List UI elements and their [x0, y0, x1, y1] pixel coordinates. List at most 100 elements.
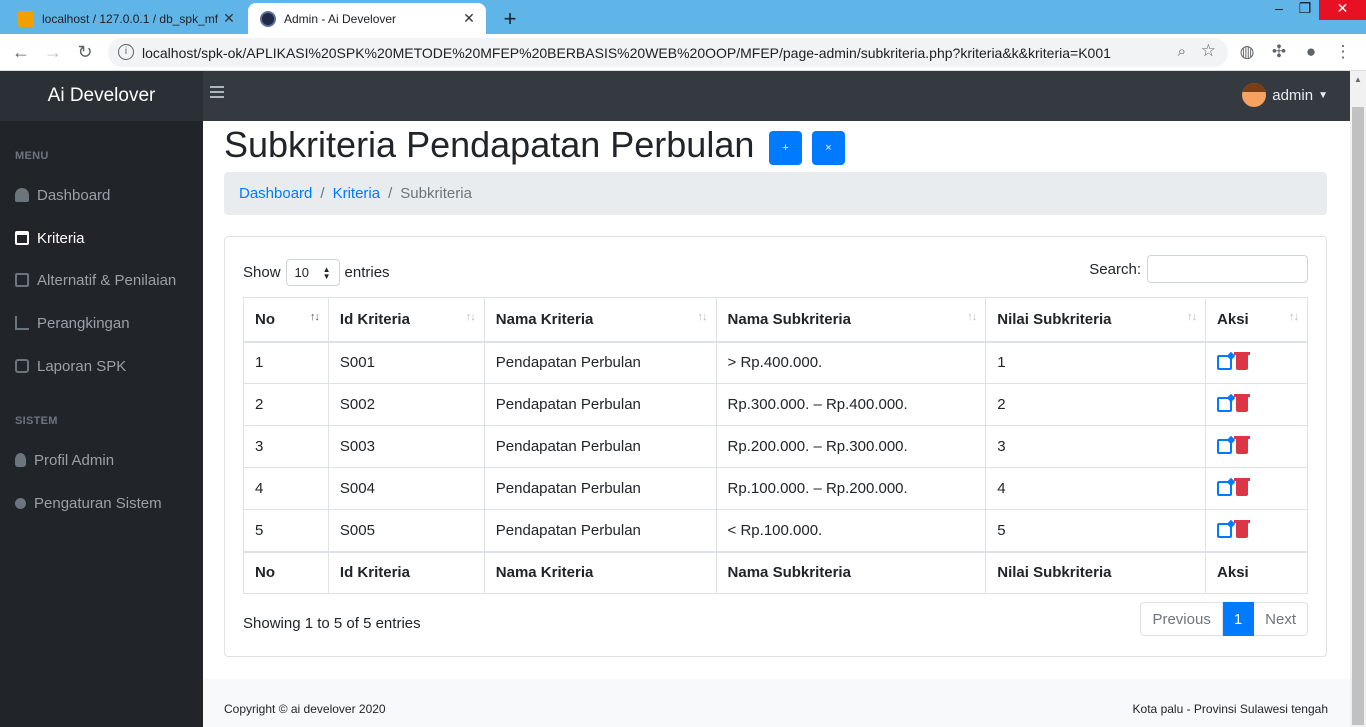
back-button[interactable]: ← [10, 41, 32, 63]
column-header-id-kriteria[interactable]: Id Kriteria ↑↓ [327, 297, 485, 343]
page-length-value: 10 [294, 265, 309, 280]
extensions-icon[interactable]: ✣ [1268, 41, 1290, 63]
page-footer: Copyright © ai develover 2020 Kota palu … [203, 679, 1350, 727]
table-footer-row: No Id Kriteria Nama Kriteria Nama Subkri… [243, 550, 1308, 594]
main-content: Subkriteria Pendapatan Perbulan + × Dash… [203, 121, 1350, 679]
sort-icon: ↑↓ [1289, 311, 1299, 323]
search-label: Search: [1089, 260, 1141, 278]
table-search: Search: [1089, 255, 1308, 283]
edit-icon[interactable] [1217, 439, 1233, 454]
window-close-button[interactable]: ✕ [1319, 0, 1366, 20]
user-dropdown[interactable]: admin ▼ [1242, 83, 1328, 107]
footer-nama-kriteria: Nama Kriteria [483, 550, 717, 594]
table-icon [15, 273, 29, 287]
breadcrumb-kriteria-link[interactable]: Kriteria [333, 185, 381, 202]
sidebar-item-label: Laporan SPK [37, 357, 127, 375]
close-tab-icon[interactable]: ✕ [218, 10, 240, 27]
search-icon[interactable]: ⌕ [1178, 43, 1186, 60]
cell-no: 4 [243, 467, 329, 510]
header-label: Nama Kriteria [495, 310, 594, 328]
search-input[interactable] [1147, 255, 1308, 283]
user-icon [15, 453, 26, 467]
close-button[interactable]: × [812, 131, 845, 165]
add-subkriteria-button[interactable]: + [769, 131, 802, 165]
page-1-button[interactable]: 1 [1222, 602, 1255, 636]
site-info-icon[interactable]: i [118, 44, 134, 60]
table-row: 2 S002 Pendapatan Perbulan Rp.300.000. –… [243, 383, 1308, 426]
browser-tab-phpmyadmin[interactable]: localhost / 127.0.0.1 / db_spk_mf ✕ [6, 3, 246, 34]
sidebar-item-dashboard[interactable]: Dashboard [15, 183, 200, 207]
sidebar-item-alternatif[interactable]: Alternatif & Penilaian [15, 268, 200, 292]
cell-nilai-subkriteria: 4 [985, 467, 1207, 510]
browser-menu-icon[interactable]: ⋮ [1332, 41, 1354, 63]
cell-nama-kriteria: Pendapatan Perbulan [483, 383, 717, 426]
previous-page-button[interactable]: Previous [1140, 602, 1223, 636]
breadcrumb-dashboard-link[interactable]: Dashboard [239, 185, 312, 202]
sort-icon: ↑↓ [465, 311, 476, 323]
sort-icon: ↑↓ [697, 311, 708, 323]
cell-nama-subkriteria: Rp.300.000. – Rp.400.000. [715, 383, 987, 426]
column-header-aksi[interactable]: Aksi ↑↓ [1205, 297, 1308, 343]
gear-icon [15, 497, 26, 509]
column-header-nilai-subkriteria[interactable]: Nilai Subkriteria ↑↓ [985, 297, 1207, 343]
scrollbar-thumb[interactable] [1352, 107, 1364, 725]
tab-title: Admin - Ai Develover [284, 11, 397, 26]
cell-aksi [1205, 509, 1308, 552]
column-header-no[interactable]: No ↑↓ [243, 297, 329, 343]
trash-icon[interactable] [1234, 478, 1251, 496]
sort-icon: ↑↓ [967, 311, 977, 323]
sidebar-item-label: Profil Admin [34, 451, 115, 469]
sidebar-item-pengaturan[interactable]: Pengaturan Sistem [15, 491, 200, 515]
location-text: Kota palu - Provinsi Sulawesi tengah [1132, 702, 1328, 716]
trash-icon[interactable] [1234, 519, 1251, 538]
sidebar-heading-sistem: SISTEM [15, 415, 58, 427]
brand-logo[interactable]: Ai Develover [0, 71, 203, 121]
sidebar-item-laporan[interactable]: Laporan SPK [15, 354, 200, 378]
page-length-control: Show 10 ▲ ▼ entries [243, 259, 390, 286]
trash-icon[interactable] [1234, 394, 1251, 412]
profile-icon[interactable]: ● [1300, 41, 1322, 63]
header-label: Nama Subkriteria [727, 310, 851, 328]
table-info: Showing 1 to 5 of 5 entries [243, 615, 421, 632]
sidebar-heading-menu: MENU [15, 150, 49, 162]
cell-aksi [1205, 341, 1308, 384]
breadcrumb-separator: / [320, 185, 325, 202]
window-maximize-button[interactable]: ❐ [1294, 0, 1316, 20]
data-table-card: Show 10 ▲ ▼ entries Search: No ↑↓ Id Krite… [224, 236, 1327, 657]
top-navbar: Ai Develover admin ▼ [0, 71, 1350, 121]
pagination: Previous 1 Next [1140, 602, 1308, 636]
edit-icon[interactable] [1217, 481, 1233, 496]
browser-tab-admin[interactable]: Admin - Ai Develover ✕ [248, 3, 486, 34]
sidebar-item-kriteria[interactable]: Kriteria [15, 226, 200, 250]
edit-icon[interactable] [1217, 522, 1233, 538]
sidebar-item-profil-admin[interactable]: Profil Admin [15, 448, 200, 472]
table-row: 3 S003 Pendapatan Perbulan Rp.200.000. –… [243, 425, 1308, 468]
column-header-nama-subkriteria[interactable]: Nama Subkriteria ↑↓ [715, 297, 987, 343]
window-minimize-button[interactable]: – [1268, 0, 1290, 20]
reload-button[interactable]: ↻ [74, 41, 96, 63]
forward-button[interactable]: → [42, 41, 64, 63]
trash-icon[interactable] [1234, 436, 1251, 454]
edit-icon[interactable] [1217, 397, 1233, 412]
vertical-scrollbar[interactable]: ▲ [1350, 71, 1366, 727]
bookmark-star-icon[interactable]: ☆ [1201, 41, 1216, 61]
close-tab-icon[interactable]: ✕ [458, 10, 480, 27]
cell-no: 5 [243, 509, 329, 552]
scroll-up-icon[interactable]: ▲ [1354, 75, 1362, 84]
new-tab-button[interactable]: + [498, 6, 522, 32]
table-row: 1 S001 Pendapatan Perbulan > Rp.400.000.… [243, 341, 1308, 384]
sidebar-toggle-icon[interactable] [210, 86, 224, 100]
url-field[interactable]: i localhost/spk-ok/APLIKASI%20SPK%20METO… [108, 38, 1228, 67]
trash-icon[interactable] [1234, 352, 1251, 371]
globe-icon[interactable]: ◍ [1236, 41, 1258, 63]
sidebar-item-label: Alternatif & Penilaian [37, 271, 177, 289]
sidebar-item-perangkingan[interactable]: Perangkingan [15, 311, 200, 335]
column-header-nama-kriteria[interactable]: Nama Kriteria ↑↓ [483, 297, 717, 343]
footer-nilai-subkriteria: Nilai Subkriteria [985, 550, 1207, 594]
header-label: Id Kriteria [339, 310, 410, 328]
page-length-select[interactable]: 10 ▲ ▼ [285, 259, 340, 286]
table-header-row: No ↑↓ Id Kriteria ↑↓ Nama Kriteria ↑↓ Nama … [243, 297, 1308, 343]
next-page-button[interactable]: Next [1254, 602, 1308, 636]
entries-label: entries [344, 264, 390, 281]
edit-icon[interactable] [1217, 355, 1233, 371]
